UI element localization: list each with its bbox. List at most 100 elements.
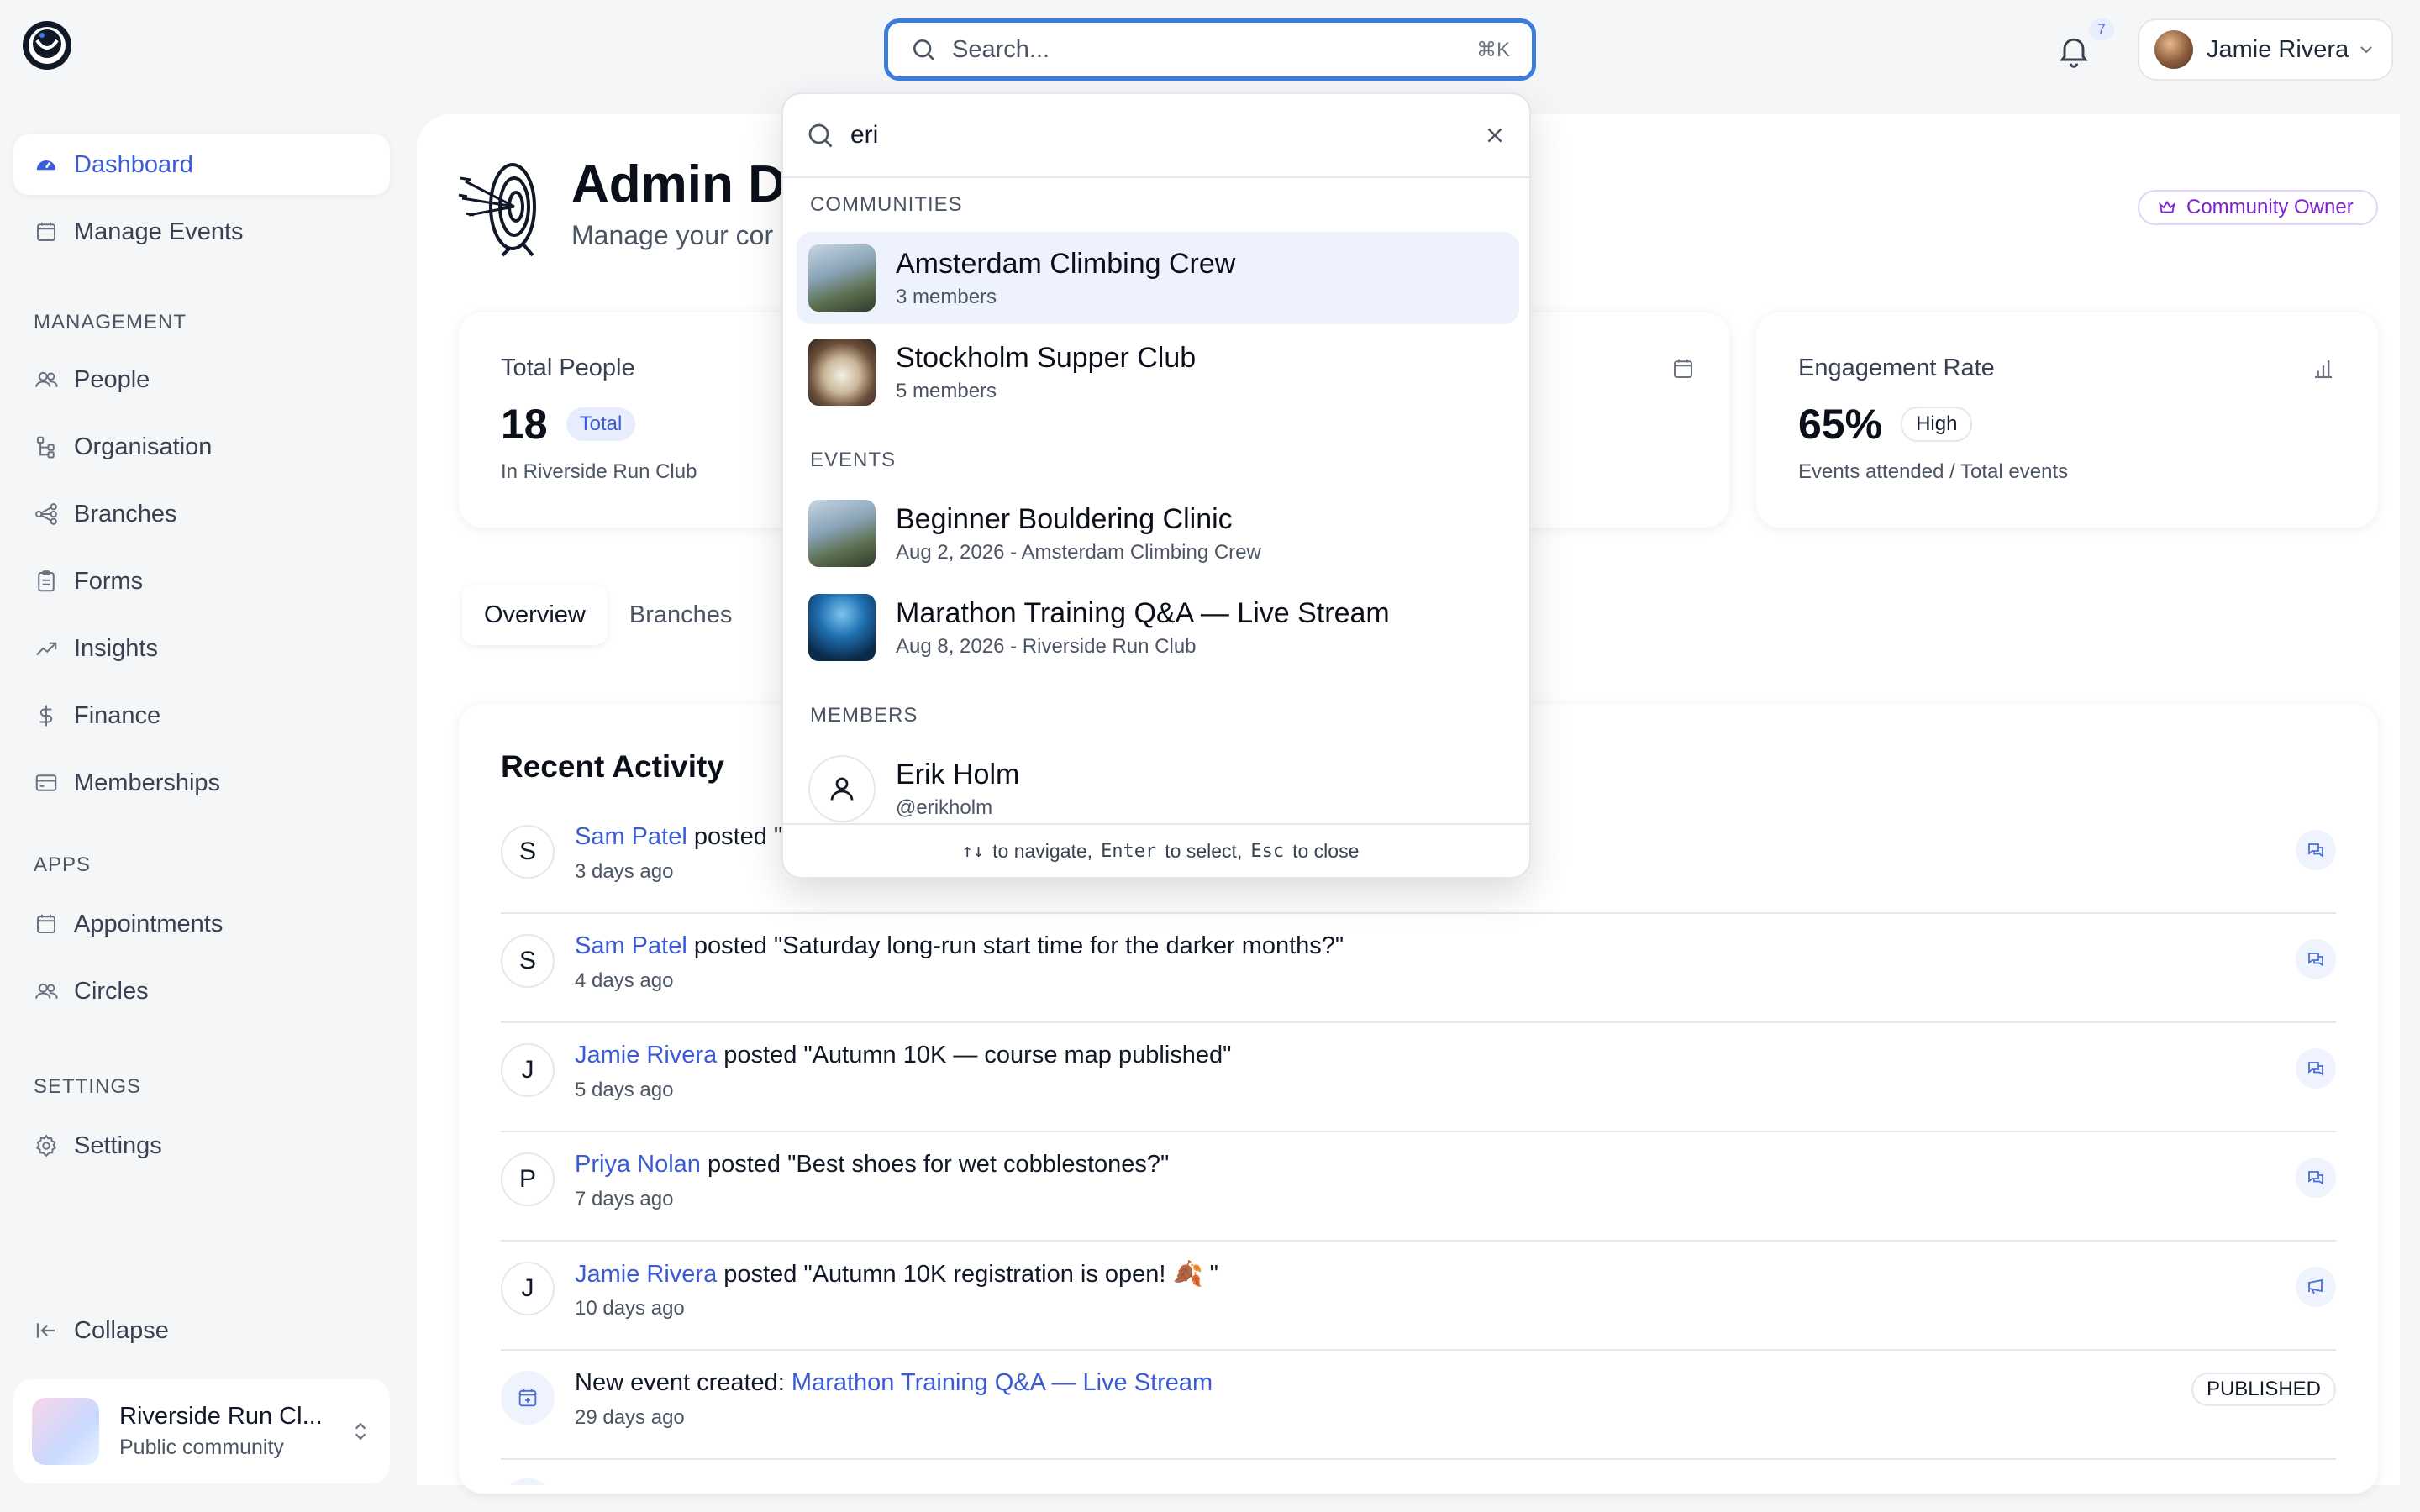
sidebar-item-circles[interactable]: Circles — [13, 961, 390, 1021]
sidebar-item-label: Finance — [74, 701, 161, 729]
sidebar-item-settings[interactable]: Settings — [13, 1116, 390, 1176]
activity-author-link[interactable]: Sam Patel — [575, 823, 687, 850]
dashboard-icon — [34, 152, 59, 177]
activity-text: "Best shoes for wet cobblestones?" — [781, 1151, 1170, 1178]
event-link[interactable]: Marathon Training Q&A — Live Stream — [792, 1369, 1213, 1396]
comment-icon[interactable] — [2296, 1048, 2336, 1089]
collapse-sidebar-button[interactable]: Collapse — [13, 1300, 390, 1361]
role-badge: Community Owner — [2138, 190, 2378, 225]
comment-icon[interactable] — [2296, 830, 2336, 870]
search-placeholder: Search... — [952, 35, 1050, 63]
sidebar-item-forms[interactable]: Forms — [13, 551, 390, 612]
hint-text-select: to select, — [1165, 839, 1243, 862]
avatar: J — [501, 1262, 555, 1315]
activity-author-link[interactable]: Jamie Rivera — [575, 1042, 717, 1068]
activity-text: New event created: — [575, 1369, 792, 1396]
page-title: Admin Da — [571, 155, 815, 213]
search-result-event[interactable]: Beginner Bouldering Clinic Aug 2, 2026 -… — [797, 487, 1519, 580]
activity-time: 5 days ago — [575, 1079, 674, 1101]
activity-row[interactable]: S Sam Patel posted "Saturday long-run st… — [501, 914, 2336, 1023]
activity-row[interactable]: J Jamie Rivera posted "Autumn 10K — cour… — [501, 1023, 2336, 1132]
user-menu-button[interactable]: Jamie Rivera — [2138, 18, 2393, 81]
tab-branches[interactable]: Branches — [608, 585, 755, 645]
app-logo[interactable] — [20, 18, 74, 72]
activity-verb: posted — [693, 932, 767, 959]
activity-verb: posted — [723, 1042, 797, 1068]
tab-overview[interactable]: Overview — [462, 585, 608, 645]
search-result-community[interactable]: Amsterdam Climbing Crew 3 members — [797, 232, 1519, 324]
sidebar-item-label: Forms — [74, 567, 144, 595]
event-thumbnail — [808, 594, 876, 661]
stat-label: Engagement Rate — [1798, 354, 1995, 381]
target-illustration — [457, 156, 558, 257]
sidebar-item-label: Circles — [74, 977, 149, 1005]
page-subtitle: Manage your cor — [571, 220, 774, 250]
avatar: J — [501, 1043, 555, 1097]
user-avatar — [2154, 30, 2193, 69]
community-switcher[interactable]: Riverside Run Cl... Public community — [13, 1379, 390, 1483]
activity-author-link[interactable]: Sam Patel — [575, 932, 687, 959]
results-section-communities: COMMUNITIES — [810, 193, 963, 216]
chevron-down-icon — [2356, 39, 2376, 60]
activity-author-link[interactable]: Priya Nolan — [575, 1151, 701, 1178]
people-icon — [34, 979, 59, 1004]
activity-author-link[interactable]: Jamie Rivera — [575, 1261, 717, 1288]
sidebar-item-organisation[interactable]: Organisation — [13, 417, 390, 477]
dashboard-tabs: Overview Branches — [462, 585, 754, 650]
search-result-member[interactable]: Erik Holm @erikholm — [797, 743, 1519, 835]
result-title: Marathon Training Q&A — Live Stream — [896, 596, 1390, 629]
sidebar-item-branches[interactable]: Branches — [13, 484, 390, 544]
calendar-icon — [34, 219, 59, 244]
gear-icon — [34, 1133, 59, 1158]
sidebar-item-finance[interactable]: Finance — [13, 685, 390, 746]
activity-row[interactable]: P Priya Nolan posted "Best shoes for wet… — [501, 1132, 2336, 1242]
close-icon[interactable] — [1482, 123, 1507, 148]
community-thumbnail — [808, 339, 876, 406]
stat-badge: Total — [566, 407, 636, 441]
comment-icon[interactable] — [2296, 939, 2336, 979]
search-result-event[interactable]: Marathon Training Q&A — Live Stream Aug … — [797, 581, 1519, 674]
sidebar-item-dashboard[interactable]: Dashboard — [13, 134, 390, 195]
avatar: S — [501, 825, 555, 879]
community-logo — [32, 1398, 99, 1465]
activity-row[interactable]: J Jamie Rivera posted "Autumn 10K regist… — [501, 1242, 2336, 1351]
search-shortcut: ⌘K — [1476, 38, 1510, 61]
sidebar-item-memberships[interactable]: Memberships — [13, 753, 390, 813]
results-section-members: MEMBERS — [810, 704, 918, 727]
search-bar[interactable]: Search... ⌘K — [884, 18, 1536, 81]
stat-card-engagement: Engagement Rate 65% High Events attended… — [1756, 312, 2378, 528]
user-name: Jamie Rivera — [2207, 35, 2349, 63]
notification-count-badge: 7 — [2089, 18, 2114, 40]
event-thumbnail — [808, 500, 876, 567]
comment-icon[interactable] — [2296, 1158, 2336, 1198]
activity-row-partial — [501, 1472, 2336, 1485]
sidebar-item-label: People — [74, 365, 150, 393]
sidebar-item-appointments[interactable]: Appointments — [13, 894, 390, 954]
dollar-icon — [34, 703, 59, 728]
sidebar-item-insights[interactable]: Insights — [13, 618, 390, 679]
bell-icon[interactable] — [2055, 32, 2092, 69]
megaphone-icon[interactable] — [2296, 1267, 2336, 1307]
section-heading-apps: APPS — [34, 853, 92, 876]
hint-key-select: Enter — [1101, 840, 1157, 862]
calendar-icon — [34, 911, 59, 937]
stat-label: Total People — [501, 354, 635, 381]
result-subtitle: 3 members — [896, 285, 997, 308]
search-query[interactable]: eri — [850, 121, 1482, 150]
search-result-community[interactable]: Stockholm Supper Club 5 members — [797, 326, 1519, 418]
sidebar-item-people[interactable]: People — [13, 349, 390, 410]
role-badge-label: Community Owner — [2186, 196, 2354, 218]
result-title: Amsterdam Climbing Crew — [896, 247, 1236, 280]
sidebar-item-manage-events[interactable]: Manage Events — [13, 202, 390, 262]
branches-icon — [34, 501, 59, 527]
community-name: Riverside Run Cl... — [119, 1403, 323, 1430]
chevron-up-down-icon — [350, 1420, 371, 1442]
stat-sub: In Riverside Run Club — [501, 460, 697, 483]
bar-chart-icon — [2311, 356, 2336, 381]
search-query-field[interactable]: eri — [783, 94, 1529, 178]
result-title: Beginner Bouldering Clinic — [896, 502, 1233, 535]
activity-verb: posted — [707, 1151, 781, 1178]
activity-row-event[interactable]: New event created: Marathon Training Q&A… — [501, 1351, 2336, 1460]
activity-text: " — [766, 823, 783, 850]
sidebar-item-label: Appointments — [74, 910, 224, 937]
